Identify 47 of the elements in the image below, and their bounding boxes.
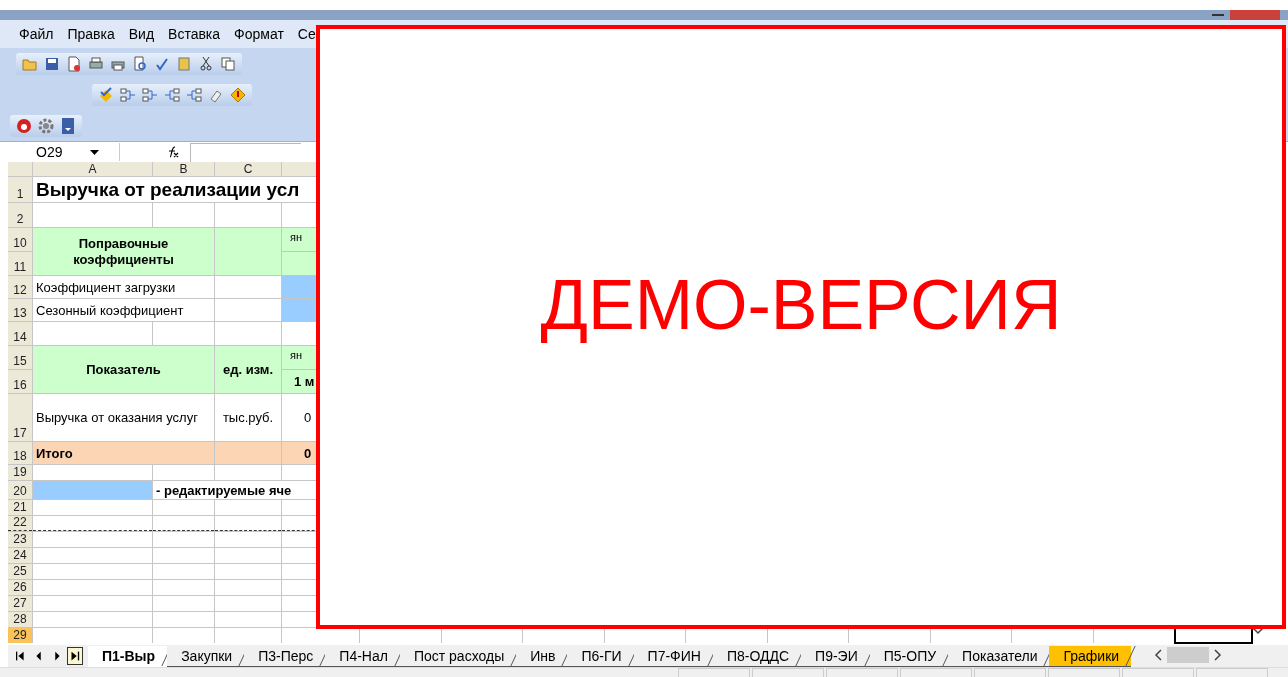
table-cell: Выручка от оказания услуг bbox=[33, 394, 214, 441]
column-header[interactable]: C bbox=[215, 162, 281, 176]
sheet-tab[interactable]: П5-ОПУ bbox=[869, 645, 949, 667]
row-header[interactable]: 27 bbox=[8, 596, 32, 611]
sheet-tab[interactable]: П1-Выр bbox=[88, 645, 168, 667]
row-header[interactable]: 18 bbox=[8, 442, 32, 464]
column-header[interactable]: A bbox=[33, 162, 152, 176]
column-header[interactable]: B bbox=[153, 162, 214, 176]
row-header[interactable]: 14 bbox=[8, 322, 32, 345]
row-header[interactable]: 11 bbox=[8, 252, 32, 275]
row-header[interactable]: 12 bbox=[8, 276, 32, 298]
table-cell: Коэффициент загрузки bbox=[33, 276, 214, 298]
table-cell: тыс.руб. bbox=[215, 394, 281, 441]
row-header[interactable]: 22 bbox=[8, 516, 32, 531]
row-header[interactable]: 2 bbox=[8, 203, 32, 227]
table-cell: Сезонный коэффициент bbox=[33, 299, 214, 321]
table-cell: Итого bbox=[33, 442, 214, 464]
table-cell: Показатель bbox=[33, 346, 214, 393]
sheet-tab[interactable]: Пост расходы bbox=[399, 645, 517, 667]
name-box[interactable]: O29 bbox=[8, 143, 120, 161]
row-header[interactable]: 10 bbox=[8, 228, 32, 251]
row-header[interactable]: 21 bbox=[8, 500, 32, 515]
menu-item[interactable]: Формат bbox=[233, 24, 285, 44]
sheet-tab[interactable]: П8-ОДДС bbox=[712, 645, 802, 667]
menu-item[interactable]: Файл bbox=[18, 24, 55, 44]
row-header[interactable]: 24 bbox=[8, 548, 32, 563]
row-header[interactable]: 1 bbox=[8, 177, 32, 202]
table-cell: Поправочные коэффициенты bbox=[33, 228, 214, 275]
menu-item[interactable]: Вид bbox=[127, 24, 156, 44]
row-header[interactable]: 29 bbox=[8, 628, 32, 643]
row-header[interactable]: 20 bbox=[8, 481, 32, 499]
menu-item[interactable]: Правка bbox=[66, 24, 116, 44]
row-header[interactable]: 28 bbox=[8, 612, 32, 627]
cell-reference: O29 bbox=[36, 144, 63, 160]
sheet-tab[interactable]: Закупки bbox=[167, 645, 245, 667]
row-header[interactable]: 19 bbox=[8, 465, 32, 480]
demo-label: ДЕМО-ВЕРСИЯ bbox=[540, 264, 1062, 345]
row-header[interactable]: 15 bbox=[8, 346, 32, 369]
table-cell: ед. изм. bbox=[215, 346, 281, 393]
row-header[interactable]: 13 bbox=[8, 299, 32, 321]
row-header[interactable]: 16 bbox=[8, 370, 32, 393]
row-header[interactable]: 17 bbox=[8, 394, 32, 441]
menu-item[interactable]: Вставка bbox=[167, 24, 222, 44]
menu-item[interactable]: Се bbox=[296, 24, 317, 44]
row-header[interactable]: 23 bbox=[8, 532, 32, 547]
row-header[interactable]: 26 bbox=[8, 580, 32, 595]
row-header[interactable]: 25 bbox=[8, 564, 32, 579]
